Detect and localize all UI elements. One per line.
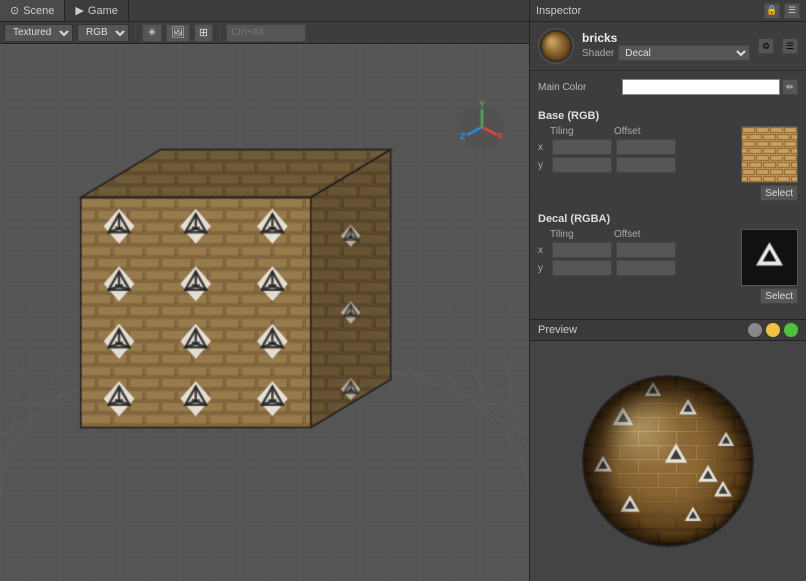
base-select-btn[interactable]: Select bbox=[760, 185, 798, 201]
preview-header: Preview bbox=[530, 319, 806, 341]
main-color-row: Main Color ✏ bbox=[538, 79, 798, 95]
base-rgb-title: Base (RGB) bbox=[538, 110, 798, 122]
decal-y-label: y bbox=[538, 263, 548, 274]
shader-row: Shader Decal bbox=[582, 45, 750, 61]
decal-texture-preview bbox=[741, 229, 798, 286]
scene-toolbar: Textured RGB ☀ 🖼 ⊞ bbox=[0, 22, 529, 44]
decal-select-btn[interactable]: Select bbox=[760, 288, 798, 304]
base-texture-row: Tiling Offset x 1 0 y 1 bbox=[538, 126, 798, 201]
decal-y-row: y 4 0 bbox=[538, 260, 735, 276]
eyedropper-btn[interactable]: ✏ bbox=[782, 79, 798, 95]
tab-game[interactable]: ▶ Game bbox=[65, 0, 128, 21]
decal-x-label: x bbox=[538, 245, 548, 256]
decal-tiling-y-input[interactable]: 4 bbox=[552, 260, 612, 276]
shader-label: Shader bbox=[582, 48, 614, 59]
material-info: bricks Shader Decal bbox=[582, 31, 750, 61]
main-color-value-box: ✏ bbox=[622, 79, 798, 95]
base-y-label: y bbox=[538, 160, 548, 171]
decal-offset-y-input[interactable]: 0 bbox=[616, 260, 676, 276]
base-texture-preview bbox=[741, 126, 798, 183]
orientation-gizmo[interactable] bbox=[454, 99, 509, 154]
material-menu-btn[interactable]: ☰ bbox=[782, 38, 798, 54]
inspector-body: Main Color ✏ Base (RGB) Tiling bbox=[530, 71, 806, 319]
decal-col-headers: Tiling Offset bbox=[538, 229, 735, 240]
toolbar-divider-2 bbox=[219, 25, 220, 41]
scene-tab-icon: ⊙ bbox=[10, 4, 19, 17]
main-color-label: Main Color bbox=[538, 82, 618, 93]
base-offset-y-input[interactable]: 0 bbox=[616, 157, 676, 173]
game-tab-label: Game bbox=[88, 5, 118, 17]
sun-btn[interactable]: ☀ bbox=[142, 24, 162, 42]
decal-offset-x-input[interactable]: 0 bbox=[616, 242, 676, 258]
game-tab-icon: ▶ bbox=[75, 4, 83, 17]
gizmo-canvas bbox=[454, 99, 509, 154]
decal-tiling-header: Tiling bbox=[548, 229, 612, 240]
decal-offset-header: Offset bbox=[612, 229, 676, 240]
grid-btn[interactable]: ⊞ bbox=[194, 24, 213, 42]
search-input[interactable] bbox=[226, 24, 306, 42]
inspector-lock-btn[interactable]: 🔒 bbox=[764, 3, 780, 19]
shader-dropdown[interactable]: Decal bbox=[618, 45, 750, 61]
preview-btn-yellow[interactable] bbox=[766, 323, 780, 337]
decal-texture-row: Tiling Offset x 4 0 y 4 bbox=[538, 229, 798, 304]
main-color-input[interactable] bbox=[622, 79, 780, 95]
base-tiling-header: Tiling bbox=[548, 126, 612, 137]
preview-controls bbox=[748, 323, 798, 337]
base-tiling-x-input[interactable]: 1 bbox=[552, 139, 612, 155]
base-x-row: x 1 0 bbox=[538, 139, 735, 155]
color-space-select[interactable]: RGB bbox=[77, 24, 129, 42]
preview-btn-gray[interactable] bbox=[748, 323, 762, 337]
decal-texture-right: Select bbox=[741, 229, 798, 304]
decal-rgba-section: Decal (RGBA) Tiling Offset x 4 bbox=[530, 205, 806, 308]
decal-texture-controls: Tiling Offset x 4 0 y 4 bbox=[538, 229, 735, 278]
tab-scene[interactable]: ⊙ Scene bbox=[0, 0, 65, 21]
decal-rgba-title: Decal (RGBA) bbox=[538, 213, 798, 225]
base-texture-right: Select bbox=[741, 126, 798, 201]
preview-btn-green[interactable] bbox=[784, 323, 798, 337]
base-col-headers: Tiling Offset bbox=[538, 126, 735, 137]
material-settings-btn[interactable]: ⚙ bbox=[758, 38, 774, 54]
scene-viewport[interactable] bbox=[0, 44, 529, 581]
inspector-title: Inspector bbox=[536, 5, 764, 17]
main-color-section: Main Color ✏ bbox=[530, 75, 806, 102]
base-texture-controls: Tiling Offset x 1 0 y 1 bbox=[538, 126, 735, 175]
base-rgb-section: Base (RGB) Tiling Offset x 1 0 bbox=[530, 102, 806, 205]
preview-title: Preview bbox=[538, 324, 748, 336]
preview-area bbox=[530, 341, 806, 581]
decal-x-row: x 4 0 bbox=[538, 242, 735, 258]
inspector-menu-btn[interactable]: ☰ bbox=[784, 3, 800, 19]
base-offset-x-input[interactable]: 0 bbox=[616, 139, 676, 155]
material-icon bbox=[538, 28, 574, 64]
image-btn[interactable]: 🖼 bbox=[166, 24, 190, 42]
decal-tiling-x-input[interactable]: 4 bbox=[552, 242, 612, 258]
toolbar-divider-1 bbox=[135, 25, 136, 41]
scene-canvas bbox=[0, 44, 529, 581]
scene-tab-label: Scene bbox=[23, 5, 54, 17]
material-header: bricks Shader Decal ⚙ ☰ bbox=[530, 22, 806, 71]
base-tiling-y-input[interactable]: 1 bbox=[552, 157, 612, 173]
base-y-row: y 1 0 bbox=[538, 157, 735, 173]
render-mode-select[interactable]: Textured bbox=[4, 24, 73, 42]
inspector-icons: 🔒 ☰ bbox=[764, 3, 800, 19]
preview-canvas bbox=[538, 361, 798, 561]
base-offset-header: Offset bbox=[612, 126, 676, 137]
tab-bar: ⊙ Scene ▶ Game bbox=[0, 0, 529, 22]
base-x-label: x bbox=[538, 142, 548, 153]
inspector-header: Inspector 🔒 ☰ bbox=[530, 0, 806, 22]
inspector-panel: Inspector 🔒 ☰ bricks Shader Decal ⚙ ☰ bbox=[530, 0, 806, 581]
material-name: bricks bbox=[582, 31, 750, 45]
